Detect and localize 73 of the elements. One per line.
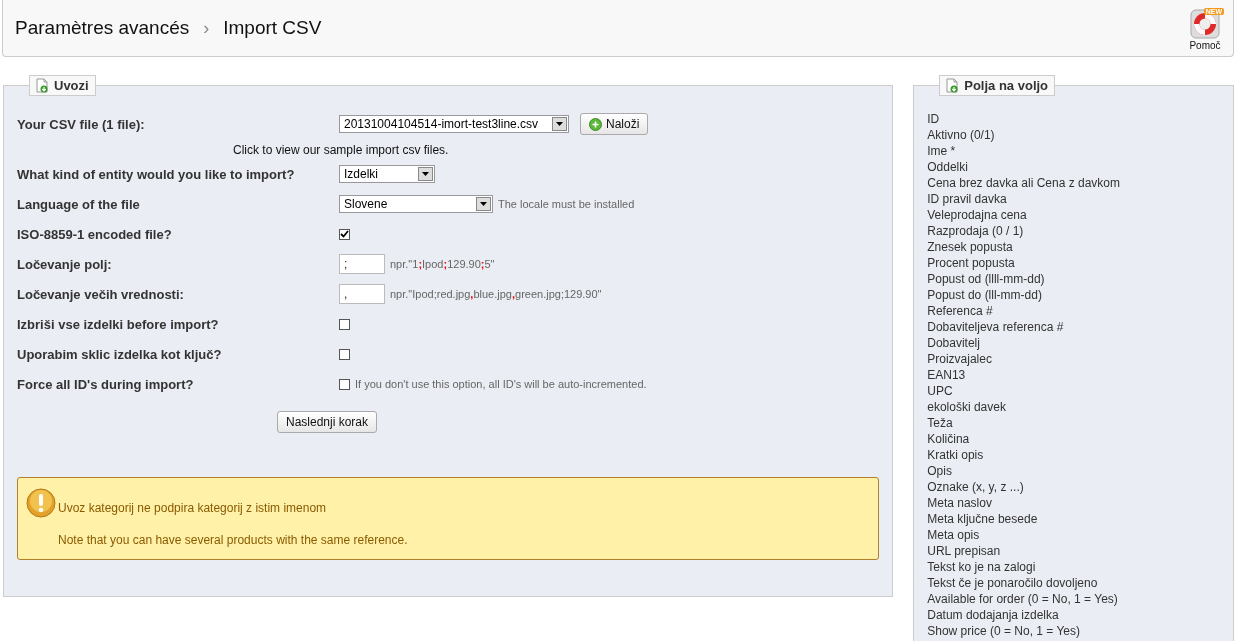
- field-name: Dobavitelj: [927, 335, 981, 351]
- file-select[interactable]: 20131004104514-imort-test3line.csv: [339, 115, 569, 133]
- field-name: Znesek popusta: [927, 239, 1014, 255]
- document-download-icon: [35, 78, 50, 93]
- field-name: Ime *: [927, 143, 957, 159]
- field-name: Meta opis: [927, 527, 981, 543]
- field-name: Popust od (llll-mm-dd): [927, 271, 1046, 287]
- field-name: EAN13: [927, 367, 967, 383]
- field-name: Teža: [927, 415, 954, 431]
- help-note: The locale must be installed: [498, 198, 635, 210]
- example-hint: npr."Ipod;red.jpg,blue.jpg,green.jpg;129.90": [390, 288, 602, 300]
- field-name: Popust do (lll-mm-dd): [927, 287, 1043, 303]
- field-name: Dobaviteljeva referenca #: [927, 319, 1065, 335]
- field-label: Ločevanje večih vrednosti:: [17, 286, 185, 302]
- dropdown-arrow-icon: [556, 122, 563, 126]
- field-name: Oznake (x, y, z ...): [927, 479, 1025, 495]
- field-label: Izbriši vse izdelki before import?: [17, 316, 220, 332]
- next-step-button[interactable]: Naslednji korak: [277, 411, 378, 433]
- checkbox[interactable]: [339, 318, 350, 330]
- field-name: Tekst če je ponaročilo dovoljeno: [927, 575, 1099, 591]
- checkbox[interactable]: [339, 378, 350, 390]
- breadcrumb-separator: ›: [203, 17, 210, 39]
- field-name: Referenca #: [927, 303, 994, 319]
- page-title: Import CSV: [223, 17, 322, 39]
- field-name: Cena brez davka ali Cena z davkom: [927, 175, 1122, 191]
- field-label: Ločevanje polj:: [17, 256, 113, 272]
- field-name: Razprodaja (0 / 1): [927, 223, 1025, 239]
- lifebuoy-icon: [1190, 8, 1220, 39]
- dropdown[interactable]: Slovene: [339, 195, 493, 213]
- field-name: UPC: [927, 383, 954, 399]
- document-download-icon: [945, 78, 961, 93]
- dropdown[interactable]: Izdelki: [339, 165, 435, 183]
- section-title: Uvozi: [54, 78, 89, 93]
- field-name: Meta naslov: [927, 495, 993, 511]
- field-name: Aktivno (0/1): [927, 127, 996, 143]
- checkbox[interactable]: [339, 228, 350, 240]
- checkbox[interactable]: [339, 348, 350, 360]
- field-name: Tekst ko je na zalogi: [927, 559, 1037, 575]
- field-name: Proizvajalec: [927, 351, 993, 367]
- warning-icon: [26, 488, 56, 518]
- input-field[interactable]: ;: [339, 254, 385, 274]
- field-name: ekološki davek: [927, 399, 1007, 415]
- field-name: Veleprodajna cena: [927, 207, 1028, 223]
- field-name: Oddelki: [927, 159, 969, 175]
- field-name: URL prepisan: [927, 543, 1002, 559]
- help-note: If you don't use this option, all ID's will be auto-incremented.: [355, 378, 647, 390]
- warning-message: Note that you can have several products with the same reference.: [58, 533, 408, 547]
- upload-button[interactable]: Naloži: [580, 113, 649, 135]
- dropdown-arrow-icon: [480, 202, 487, 206]
- breadcrumb-link[interactable]: Paramètres avancés: [15, 17, 190, 39]
- field-name: Kratki opis: [927, 447, 985, 463]
- field-name: Datum dodajanja izdelka: [927, 607, 1060, 623]
- field-label: Uporabim sklic izdelka kot ključ?: [17, 346, 223, 362]
- field-name: Količina: [927, 431, 971, 447]
- warning-message: Uvoz kategorij ne podpira kategorij z istim imenom: [58, 501, 328, 515]
- field-label: What kind of entity would you like to import?: [17, 166, 296, 182]
- example-hint: npr."1;Ipod;129.90;5": [390, 258, 495, 270]
- field-label: Your CSV file (1 file):: [17, 116, 146, 132]
- field-name: ID: [927, 111, 941, 127]
- plus-icon: [589, 117, 602, 131]
- dropdown-arrow-icon: [422, 172, 429, 176]
- section-title: Polja na voljo: [964, 78, 1049, 93]
- field-label: Force all ID's during import?: [17, 376, 195, 392]
- field-label: ISO-8859-1 encoded file?: [17, 226, 173, 242]
- field-name: Available for order (0 = No, 1 = Yes): [927, 591, 1119, 607]
- field-name: Opis: [927, 463, 953, 479]
- input-field[interactable]: ,: [339, 284, 385, 304]
- field-label: Language of the file: [17, 196, 141, 212]
- field-name: Show price (0 = No, 1 = Yes): [927, 623, 1081, 639]
- field-name: ID pravil davka: [927, 191, 1008, 207]
- field-name: Procent popusta: [927, 255, 1016, 271]
- sample-files-link[interactable]: Click to view our sample import csv files.: [233, 143, 880, 157]
- field-name: Meta ključne besede: [927, 511, 1039, 527]
